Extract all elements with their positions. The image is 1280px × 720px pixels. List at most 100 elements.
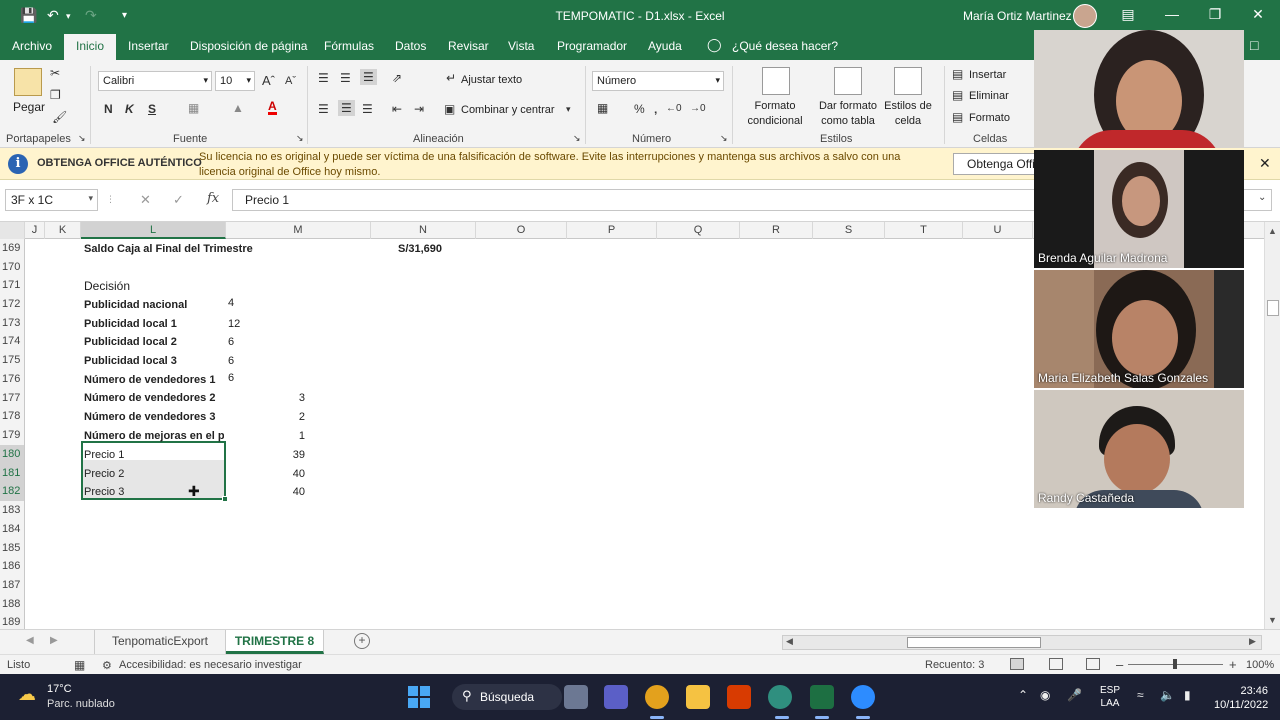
scroll-left-icon[interactable]: ◀ bbox=[786, 636, 793, 647]
zoom-in-icon[interactable]: + bbox=[1229, 657, 1237, 672]
customize-toolbar-icon[interactable]: ▾ bbox=[122, 10, 127, 21]
clock[interactable]: 23:46 10/11/2022 bbox=[1214, 684, 1268, 712]
close-icon[interactable]: ✕ bbox=[1248, 6, 1268, 23]
cell-styles-button[interactable]: Estilos de celda bbox=[884, 99, 932, 129]
comma-style-icon[interactable]: ‚ bbox=[654, 102, 657, 116]
get-office-button[interactable]: Obtenga Office bbox=[953, 153, 1041, 175]
delete-cells-icon[interactable]: ▤ bbox=[952, 88, 963, 102]
row-header[interactable]: 174 bbox=[0, 332, 24, 351]
dialog-launcher-icon[interactable]: ↘ bbox=[573, 133, 581, 144]
format-cells-button[interactable]: Formato bbox=[969, 112, 1010, 124]
tab-inicio[interactable]: Inicio bbox=[64, 34, 117, 60]
format-cells-icon[interactable]: ▤ bbox=[952, 110, 963, 124]
chrome-icon[interactable] bbox=[645, 685, 669, 709]
orientation-icon[interactable]: ⇗ bbox=[392, 71, 402, 85]
scroll-down-icon[interactable]: ▼ bbox=[1268, 615, 1277, 625]
row-header[interactable]: 177 bbox=[0, 389, 24, 408]
tab-programador[interactable]: Programador bbox=[557, 39, 627, 53]
cancel-icon[interactable]: ✕ bbox=[140, 192, 151, 208]
column-header[interactable]: R bbox=[740, 222, 813, 239]
tab-revisar[interactable]: Revisar bbox=[448, 39, 489, 53]
row-header[interactable]: 173 bbox=[0, 314, 24, 333]
battery-icon[interactable]: ▮ bbox=[1184, 688, 1191, 702]
row-header[interactable]: 171 bbox=[0, 276, 24, 295]
video-tile-participant[interactable]: Randy Castañeda bbox=[1034, 390, 1244, 508]
wifi-icon[interactable]: ≈ bbox=[1137, 688, 1144, 702]
cell-label[interactable]: Número de vendedores 3 bbox=[84, 411, 215, 423]
task-view-icon[interactable] bbox=[564, 685, 588, 709]
tell-me-search[interactable]: ¿Qué desea hacer? bbox=[732, 39, 838, 53]
zoom-slider-knob[interactable] bbox=[1173, 659, 1177, 669]
cell-label[interactable]: Número de vendedores 1 bbox=[84, 374, 215, 386]
dialog-launcher-icon[interactable]: ↘ bbox=[78, 133, 86, 144]
align-bottom-icon[interactable]: ☰ bbox=[360, 69, 377, 85]
insert-cells-button[interactable]: Insertar bbox=[969, 69, 1006, 81]
paste-icon[interactable] bbox=[14, 68, 42, 96]
macro-record-icon[interactable]: ▦ bbox=[74, 658, 85, 672]
italic-button[interactable]: K bbox=[125, 102, 134, 116]
format-as-table-icon[interactable] bbox=[834, 67, 862, 95]
zoom-icon[interactable] bbox=[851, 685, 875, 709]
zoom-level[interactable]: 100% bbox=[1246, 659, 1274, 671]
row-header[interactable]: 185 bbox=[0, 539, 24, 558]
format-painter-icon[interactable]: 🖌 bbox=[52, 110, 67, 124]
copy-icon[interactable]: ❐ bbox=[50, 88, 61, 102]
font-color-icon[interactable]: A bbox=[268, 100, 277, 115]
microphone-icon[interactable]: 🎤 bbox=[1067, 688, 1082, 702]
insert-function-icon[interactable]: fx bbox=[207, 191, 219, 206]
tab-disposicion[interactable]: Disposición de página bbox=[190, 39, 307, 53]
start-button[interactable] bbox=[408, 686, 430, 708]
cell-label[interactable]: Decisión bbox=[84, 279, 130, 293]
tab-formulas[interactable]: Fórmulas bbox=[324, 39, 374, 53]
weather-icon[interactable]: ☁ bbox=[18, 684, 36, 705]
wrap-text-button[interactable]: Ajustar texto bbox=[461, 74, 522, 86]
weather-temperature[interactable]: 17°C bbox=[47, 683, 72, 695]
cell-value[interactable]: 12 bbox=[228, 318, 240, 330]
column-header[interactable]: P bbox=[567, 222, 657, 239]
fill-handle[interactable] bbox=[222, 496, 228, 502]
sheet-tab-trimestre-8[interactable]: TRIMESTRE 8 bbox=[226, 630, 324, 654]
excel-icon[interactable] bbox=[810, 685, 834, 709]
maximize-icon[interactable]: ❐ bbox=[1205, 6, 1225, 23]
tab-datos[interactable]: Datos bbox=[395, 39, 426, 53]
dialog-launcher-icon[interactable]: ↘ bbox=[296, 133, 304, 144]
scroll-right-icon[interactable]: ▶ bbox=[1249, 636, 1256, 647]
wrap-text-icon[interactable]: ↵ bbox=[446, 71, 456, 85]
row-header[interactable]: 170 bbox=[0, 258, 24, 277]
prev-sheet-icon[interactable]: ◀ bbox=[26, 635, 34, 646]
video-tile-participant[interactable]: Maria Elizabeth Salas Gonzales bbox=[1034, 270, 1244, 388]
conditional-format-button[interactable]: Formato condicional bbox=[740, 99, 810, 129]
column-header[interactable]: L bbox=[81, 222, 226, 239]
file-explorer-icon[interactable] bbox=[686, 685, 710, 709]
enter-icon[interactable]: ✓ bbox=[173, 192, 184, 208]
cell-value[interactable]: 6 bbox=[228, 372, 234, 384]
accounting-format-icon[interactable]: ▦ bbox=[597, 101, 608, 115]
column-header[interactable]: O bbox=[476, 222, 567, 239]
video-tile-participant[interactable]: Brenda Aguilar Madrona bbox=[1034, 150, 1244, 268]
teams-icon[interactable] bbox=[604, 685, 628, 709]
row-header[interactable]: 176 bbox=[0, 370, 24, 389]
decrease-indent-icon[interactable]: ⇤ bbox=[392, 102, 402, 116]
input-language[interactable]: ESP LAA bbox=[1100, 684, 1120, 710]
accessibility-icon[interactable]: ⚙ bbox=[102, 659, 112, 672]
cell-value[interactable]: 39 bbox=[275, 449, 305, 461]
user-name[interactable]: María Ortiz Martinez bbox=[963, 9, 1072, 23]
column-header[interactable]: Q bbox=[657, 222, 740, 239]
column-header[interactable]: U bbox=[963, 222, 1033, 239]
normal-view-icon[interactable] bbox=[1010, 658, 1024, 670]
zoom-slider[interactable] bbox=[1128, 659, 1223, 669]
name-box[interactable]: 3F x 1C ▾ bbox=[5, 189, 98, 211]
row-header[interactable]: 188 bbox=[0, 595, 24, 614]
tab-insertar[interactable]: Insertar bbox=[128, 39, 169, 53]
volume-icon[interactable]: 🔈 bbox=[1160, 688, 1175, 702]
align-center-icon[interactable]: ☰ bbox=[338, 100, 355, 116]
ribbon-display-icon[interactable]: ▤ bbox=[1118, 6, 1138, 23]
cell-value[interactable]: 4 bbox=[228, 297, 234, 309]
align-right-icon[interactable]: ☰ bbox=[362, 102, 373, 116]
weather-condition[interactable]: Parc. nublado bbox=[47, 698, 115, 710]
dialog-launcher-icon[interactable]: ↘ bbox=[720, 133, 728, 144]
column-header[interactable]: K bbox=[45, 222, 81, 239]
row-header[interactable]: 184 bbox=[0, 520, 24, 539]
cell-value[interactable]: 6 bbox=[228, 336, 234, 348]
merge-icon[interactable]: ▣ bbox=[444, 102, 455, 116]
